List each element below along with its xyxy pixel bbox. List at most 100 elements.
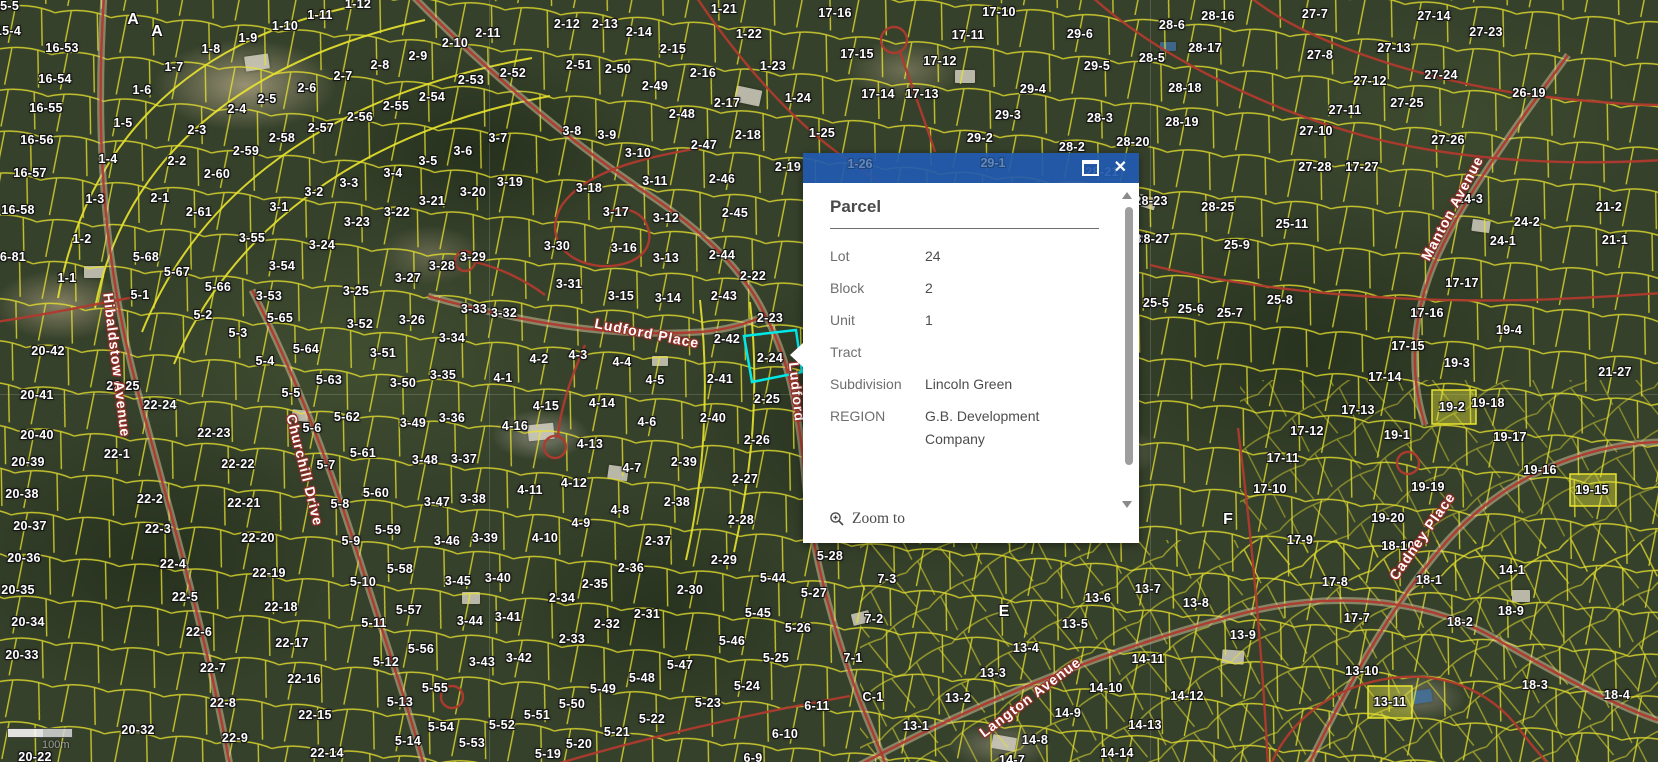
field-label: Unit: [830, 309, 925, 332]
lot-label: 19-16: [1523, 463, 1556, 477]
lot-label: 4-5: [646, 373, 665, 387]
lot-label: 5-67: [164, 265, 190, 279]
lot-label: 2-22: [740, 269, 766, 283]
lot-label: 22-8: [210, 696, 236, 710]
lot-label: 2-28: [728, 513, 754, 527]
lot-label: 4-7: [623, 461, 642, 475]
lot-label: 2-54: [419, 90, 445, 104]
lot-label: 25-6: [1178, 302, 1204, 316]
lot-label: 21-27: [1598, 365, 1631, 379]
lot-label: 29-2: [967, 131, 993, 145]
lot-label: 27-13: [1377, 41, 1410, 55]
lot-label: 1-9: [239, 31, 258, 45]
lot-label: 18-4: [1604, 688, 1630, 702]
lot-label: 27-8: [1307, 48, 1333, 62]
lot-label: 2-52: [500, 66, 526, 80]
lot-label: 2-2: [168, 154, 187, 168]
lot-label: 17-8: [1322, 575, 1348, 589]
lot-label: 16-53: [45, 41, 78, 55]
lot-label: 3-35: [430, 368, 456, 382]
popup-scrollbar[interactable]: [1125, 207, 1133, 465]
lot-label: 14-11: [1132, 652, 1165, 666]
lot-label: 2-32: [594, 617, 620, 631]
lot-label: 5-21: [604, 725, 630, 739]
lot-label: 3-16: [611, 241, 637, 255]
scroll-down-icon[interactable]: [1122, 501, 1132, 508]
lot-label: 3-24: [309, 238, 335, 252]
lot-label: 3-53: [256, 289, 282, 303]
lot-label: 5-58: [387, 562, 413, 576]
section-letter: E: [999, 603, 1010, 621]
lot-label: 16-55: [29, 101, 62, 115]
lot-label: 22-23: [197, 426, 230, 440]
lot-label: 14-8: [1022, 733, 1048, 747]
lot-label: 2-37: [645, 534, 671, 548]
lot-label: 1-8: [202, 42, 221, 56]
lot-label: 29-6: [1067, 27, 1093, 41]
lot-label: 3-51: [370, 346, 396, 360]
section-letter: A: [151, 23, 163, 41]
lot-label: 28-6: [1159, 18, 1185, 32]
lot-label: 3-9: [598, 128, 617, 142]
lot-label: 2-47: [691, 138, 717, 152]
lot-label: 2-33: [559, 632, 585, 646]
lot-label: 1-10: [272, 19, 298, 33]
lot-label: 16-56: [20, 133, 53, 147]
lot-label: 1-2: [73, 232, 92, 246]
lot-label: 3-23: [344, 215, 370, 229]
lot-label: 2-46: [709, 172, 735, 186]
lot-label: 1-21: [711, 2, 737, 16]
zoom-to-button[interactable]: Zoom to: [829, 510, 905, 528]
lot-label: 2-19: [775, 160, 801, 174]
lot-label: 13-3: [980, 666, 1006, 680]
lot-label: 3-7: [489, 131, 508, 145]
lot-label: 13-2: [945, 691, 971, 705]
lot-label: 13-8: [1183, 596, 1209, 610]
lot-label: 28-16: [1201, 9, 1234, 23]
lot-label: 5-54: [428, 720, 454, 734]
map-canvas[interactable]: 15-515-416-5316-5416-5516-5616-5716-586-…: [0, 0, 1658, 762]
lot-label: 2-40: [700, 411, 726, 425]
lot-label: 2-38: [664, 495, 690, 509]
lot-label: 2-24: [757, 351, 783, 365]
close-icon[interactable]: ✕: [1114, 160, 1127, 176]
lot-label: 5-28: [817, 549, 843, 563]
lot-label: 22-3: [145, 522, 171, 536]
lot-label: 27-26: [1431, 133, 1464, 147]
lot-label: 3-27: [395, 271, 421, 285]
lot-label: 1-24: [785, 91, 811, 105]
lot-label: 14-10: [1089, 681, 1122, 695]
lot-label: 5-60: [363, 486, 389, 500]
lot-label: 20-42: [31, 344, 64, 358]
lot-label: 5-5: [282, 386, 301, 400]
lot-label: 25-9: [1224, 238, 1250, 252]
lot-label: 22-24: [143, 398, 176, 412]
lot-label: 3-11: [642, 174, 668, 188]
maximize-icon[interactable]: [1082, 160, 1099, 176]
lot-label: 2-3: [188, 123, 207, 137]
lot-label: 1-25: [809, 126, 835, 140]
scroll-up-icon[interactable]: [1122, 192, 1132, 199]
lot-label: 3-55: [239, 231, 265, 245]
lot-label: 17-16: [818, 6, 851, 20]
field-value: G.B. Development Company: [925, 405, 1099, 451]
lot-label: 2-59: [233, 144, 259, 158]
lot-label: 5-63: [316, 373, 342, 387]
lot-label: 24-1: [1490, 234, 1516, 248]
field-value: Lincoln Green: [925, 373, 1099, 396]
lot-label: 19-15: [1575, 483, 1608, 497]
lot-label: 2-8: [371, 58, 390, 72]
lot-label: 20-37: [13, 519, 46, 533]
lot-label: 3-1: [270, 200, 289, 214]
lot-label: 13-9: [1230, 628, 1256, 642]
lot-label: 2-48: [669, 107, 695, 121]
lot-label: 14-1: [1499, 563, 1525, 577]
lot-label: 17-15: [840, 47, 873, 61]
lot-label: 2-5: [258, 92, 277, 106]
lot-label: 7-3: [878, 572, 897, 586]
lot-label: 2-58: [269, 131, 295, 145]
lot-label: 2-11: [475, 26, 501, 40]
lot-label: 5-8: [331, 497, 350, 511]
lot-label: 2-41: [707, 372, 733, 386]
lot-label: 5-53: [459, 736, 485, 750]
